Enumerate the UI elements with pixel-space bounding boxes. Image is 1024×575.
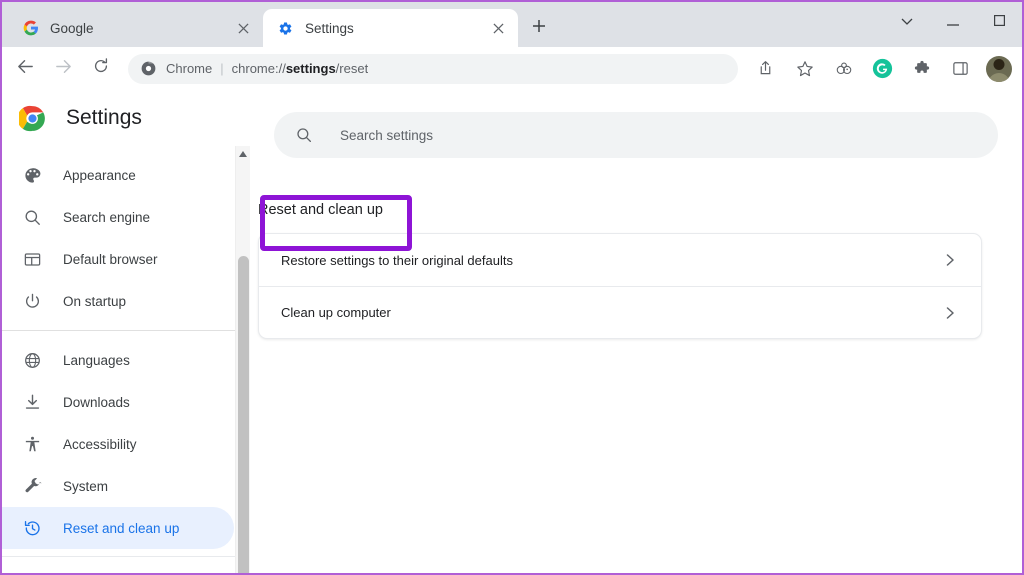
toolbar-actions (746, 54, 1014, 83)
tab-title: Google (50, 20, 94, 36)
bookmark-star-icon[interactable] (790, 54, 819, 83)
settings-gear-icon (277, 20, 294, 37)
scrollbar-thumb[interactable] (238, 256, 249, 573)
sidebar-nav-list: Appearance Search engine Default browser… (2, 146, 250, 549)
url-suffix: /reset (335, 61, 369, 76)
forward-button[interactable] (46, 52, 80, 86)
google-icon (22, 20, 39, 37)
sidebar-item-downloads[interactable]: Downloads (2, 381, 234, 423)
search-settings-box[interactable]: Search settings (274, 112, 998, 158)
chevron-right-icon (941, 306, 959, 319)
search-row: Search settings (250, 90, 1022, 158)
wrench-icon (22, 476, 43, 497)
power-icon (22, 291, 43, 312)
new-tab-button[interactable] (524, 13, 554, 43)
settings-page: Settings Appearance Search engine Defaul… (2, 90, 1022, 573)
sidebar-item-search-engine[interactable]: Search engine (2, 196, 234, 238)
sidebar-item-label: Languages (63, 352, 130, 368)
browser-toolbar: Chrome | chrome://settings/reset (2, 47, 1022, 90)
scroll-up-arrow-icon[interactable] (236, 146, 250, 162)
browser-window-icon (22, 249, 43, 270)
url-prefix: chrome:// (231, 61, 286, 76)
omnibox-url: chrome://settings/reset (232, 61, 369, 76)
close-icon[interactable] (233, 18, 253, 38)
sidebar-item-label: Appearance (63, 167, 136, 183)
row-restore-defaults[interactable]: Restore settings to their original defau… (259, 234, 981, 286)
tab-search-button[interactable] (884, 2, 930, 42)
grammarly-icon[interactable] (868, 54, 897, 83)
search-icon (294, 125, 314, 145)
palette-icon (22, 165, 43, 186)
globe-icon (22, 350, 43, 371)
sidebar-item-languages[interactable]: Languages (2, 339, 234, 381)
sidebar-scrollbar[interactable] (235, 146, 250, 573)
extension-puzzle-alt-icon[interactable] (829, 54, 858, 83)
omnibox-separator: | (220, 61, 224, 76)
sidebar-bottom-divider (2, 556, 250, 557)
accessibility-icon (22, 434, 43, 455)
settings-header: Settings (2, 90, 250, 146)
sidebar-item-label: System (63, 478, 109, 494)
sidebar-item-label: On startup (63, 293, 127, 309)
omnibox-scheme-label: Chrome (166, 61, 213, 76)
chrome-shield-icon (140, 60, 157, 77)
tab-settings[interactable]: Settings (263, 9, 518, 47)
reset-options-card: Restore settings to their original defau… (258, 233, 982, 339)
sidebar-item-default-browser[interactable]: Default browser (2, 238, 234, 280)
maximize-icon (993, 13, 1005, 31)
side-panel-icon[interactable] (946, 54, 975, 83)
sidebar-item-label: Search engine (63, 209, 151, 225)
reload-button[interactable] (84, 52, 118, 86)
avatar[interactable] (986, 55, 1012, 82)
search-icon (22, 207, 43, 228)
maximize-button[interactable] (976, 2, 1022, 42)
share-icon[interactable] (751, 54, 780, 83)
sidebar-item-accessibility[interactable]: Accessibility (2, 423, 234, 465)
download-icon (22, 392, 43, 413)
page-title: Settings (66, 106, 142, 129)
sidebar-item-appearance[interactable]: Appearance (2, 154, 234, 196)
history-restore-icon (22, 518, 43, 539)
chevron-down-icon (901, 13, 913, 31)
avatar-face (993, 58, 1005, 70)
section-title: Reset and clean up (258, 202, 383, 218)
reset-section: Reset and clean up Restore settings to t… (250, 158, 994, 339)
tab-title: Settings (305, 20, 354, 36)
back-arrow-icon (16, 57, 35, 81)
row-label: Restore settings to their original defau… (281, 252, 513, 268)
row-clean-up-computer[interactable]: Clean up computer (259, 286, 981, 338)
minimize-icon (947, 13, 959, 31)
sidebar-item-label: Downloads (63, 394, 130, 410)
forward-arrow-icon (54, 57, 73, 81)
sidebar-item-system[interactable]: System (2, 465, 234, 507)
chrome-logo-icon (17, 105, 46, 132)
url-bold-segment: settings (285, 61, 336, 76)
plus-icon (532, 19, 546, 38)
back-button[interactable] (8, 52, 42, 86)
sidebar-item-on-startup[interactable]: On startup (2, 280, 234, 322)
extensions-puzzle-icon[interactable] (907, 54, 936, 83)
search-input[interactable]: Search settings (340, 128, 433, 143)
settings-sidebar: Settings Appearance Search engine Defaul… (2, 90, 250, 573)
sidebar-item-label: Reset and clean up (63, 520, 180, 536)
avatar-body (988, 72, 1010, 82)
sidebar-divider (2, 330, 250, 331)
settings-main-content: Search settings Reset and clean up Resto… (250, 90, 1022, 573)
sidebar-item-reset-and-clean-up[interactable]: Reset and clean up (2, 507, 234, 549)
address-bar[interactable]: Chrome | chrome://settings/reset (128, 53, 738, 84)
sidebar-item-label: Accessibility (63, 436, 137, 452)
row-label: Clean up computer (281, 305, 391, 320)
minimize-button[interactable] (930, 2, 976, 42)
tab-strip: Google Settings (2, 2, 1022, 47)
chevron-right-icon (941, 254, 959, 266)
window-controls (884, 2, 1022, 42)
tab-google[interactable]: Google (8, 9, 263, 47)
reload-icon (92, 57, 110, 80)
sidebar-item-label: Default browser (63, 251, 158, 267)
chrome-browser-window: Google Settings Chrome | chrome://settin… (0, 0, 1024, 575)
close-icon[interactable] (488, 18, 508, 38)
